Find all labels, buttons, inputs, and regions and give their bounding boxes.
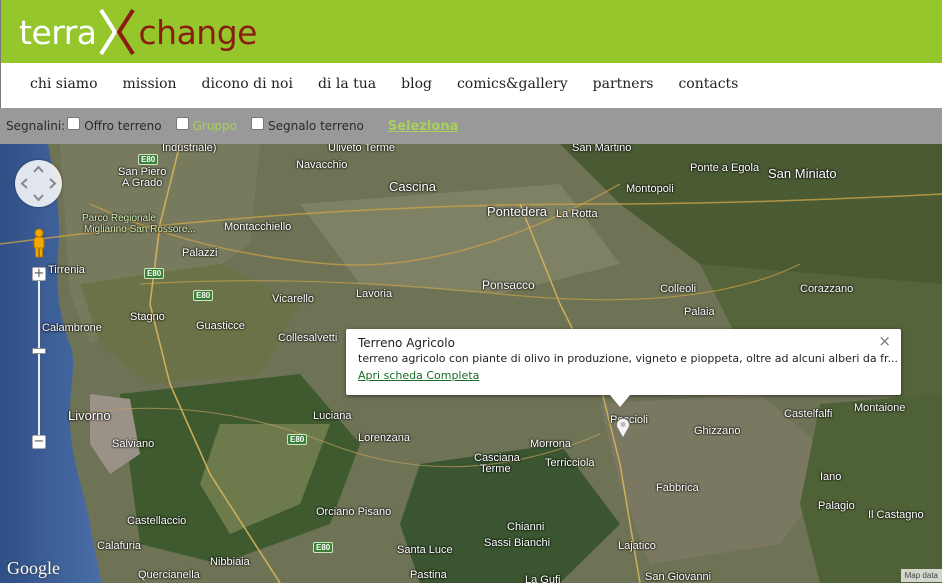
place-palaia: Palaia [684,306,715,318]
marker-filter-bar: Segnalini: Offro terreno Gruppo Segnalo … [0,108,942,144]
gruppo-label: Gruppo [192,119,238,133]
place-palazzi: Palazzi [182,247,218,259]
info-window: Terreno Agricolo terreno agricolo con pi… [346,329,901,407]
logo-word-change: change [138,12,258,52]
nav-item-comics-gallery[interactable]: comics&gallery [457,76,568,92]
place-terme: Terme [480,463,511,475]
place-industriale: Industriale) [162,144,217,154]
place-ghizzano: Ghizzano [694,425,741,437]
seleziona-link[interactable]: Seleziona [388,119,458,134]
site-header: terra change [0,0,942,63]
zoom-in-button[interactable]: + [32,267,46,281]
nav-item-partners[interactable]: partners [593,76,654,92]
place-lajatico: Lajatico [618,540,656,552]
satellite-map[interactable]: Industriale) Uliveto Terme San Martino S… [0,144,942,583]
place-colleoli: Colleoli [660,283,697,295]
place-pontedera: Pontedera [487,204,547,219]
pan-arrows-icon [20,165,57,202]
place-lorenzana: Lorenzana [358,432,410,444]
place-collesalvetti: Collesalvetti [278,332,338,344]
map-data-link[interactable]: Map data [900,569,942,582]
place-palagio: Palagio [818,500,855,512]
place-luciana: Luciana [313,410,352,422]
place-terricciola: Terricciola [545,457,595,469]
place-montopoli: Montopoli [626,183,674,195]
road-shield-e80: E80 [144,268,165,279]
place-santa-luce: Santa Luce [397,544,453,556]
google-logo[interactable]: Google [7,558,60,579]
street-view-pegman-icon[interactable] [31,227,47,259]
place-chianni: Chianni [507,521,545,533]
zoom-slider-handle[interactable] [32,348,46,354]
nav-item-mission[interactable]: mission [123,76,177,92]
logo-chevrons-icon [98,8,135,56]
info-window-description: terreno agricolo con piante di olivo in … [358,352,899,365]
place-il-castagno: Il Castagno [868,509,924,521]
place-morrona: Morrona [530,438,571,450]
open-full-sheet-link[interactable]: Apri scheda Completa [358,369,479,382]
place-castelfalfi: Castelfalfi [784,408,833,420]
main-nav: chi siamo mission dicono di noi di la tu… [0,63,942,108]
nav-item-contacts[interactable]: contacts [678,76,738,92]
nav-item-blog[interactable]: blog [401,76,432,92]
place-tirrenia: Tirrenia [48,264,85,276]
place-salviano: Salviano [112,438,155,450]
place-iano: Iano [820,471,842,483]
road-shield-e80: E80 [313,542,334,553]
place-sassi-bianchi: Sassi Bianchi [484,537,551,549]
place-a-grado: A Grado [122,177,163,189]
place-cascina: Cascina [389,179,436,194]
segnalo-terreno-label: Segnalo terreno [268,119,364,133]
place-montaione: Montaione [854,402,906,414]
place-calafuria: Calafuria [97,540,142,552]
place-la-rotta: La Rotta [556,208,598,220]
place-san-giovanni: San Giovanni [645,571,712,583]
place-guasticce: Guasticce [196,320,245,332]
segnalo-terreno-checkbox[interactable] [251,116,265,130]
info-window-title: Terreno Agricolo [358,336,455,350]
filter-label: Segnalini: [6,119,66,133]
place-navacchio: Navacchio [296,159,348,171]
place-la-gufi: La Gufi [525,574,561,583]
place-fabbrica: Fabbrica [656,482,699,494]
pan-control[interactable] [15,160,62,207]
place-corazzano: Corazzano [800,283,854,295]
map-marker-pin-icon[interactable] [615,417,631,440]
gruppo-checkbox[interactable] [175,116,189,130]
place-livorno: Livorno [68,408,111,423]
place-ponte-a-egola: Ponte a Egola [690,162,760,174]
terra-change-logo[interactable]: terra change [19,6,257,58]
place-parco-line2: Migliarino San Rossore... [84,224,196,235]
place-san-martino: San Martino [572,144,632,154]
road-shield-e80: E80 [193,290,214,301]
offro-terreno-checkbox[interactable] [67,116,81,130]
place-orciano-pisano: Orciano Pisano [316,506,392,518]
place-nibbiaia: Nibbiaia [210,556,250,568]
zoom-out-button[interactable]: − [32,435,46,449]
close-icon[interactable]: × [878,334,891,349]
logo-word-terra: terra [19,12,97,52]
offro-terreno-label: Offro terreno [84,119,162,133]
road-shield-e80: E80 [287,434,308,445]
road-shield-e80: E80 [138,154,159,165]
place-calambrone: Calambrone [42,322,102,334]
place-montacchiello: Montacchiello [224,221,292,233]
place-ponsacco: Ponsacco [482,278,535,292]
place-stagno: Stagno [130,311,165,323]
nav-item-dicono-di-noi[interactable]: dicono di noi [202,76,293,92]
place-san-miniato: San Miniato [768,166,837,181]
nav-item-chi-siamo[interactable]: chi siamo [30,76,98,92]
place-quercianella: Quercianella [138,569,200,581]
zoom-slider-track[interactable] [38,272,40,446]
place-parco-line1: Parco Regionale [82,213,156,224]
place-pastina: Pastina [410,569,447,581]
place-vicarello: Vicarello [272,293,314,305]
place-lavoria: Lavoria [356,288,393,300]
place-uliveto-terme: Uliveto Terme [328,144,396,154]
place-castellaccio: Castellaccio [127,515,187,527]
nav-item-di-la-tua[interactable]: di la tua [318,76,376,92]
info-window-pointer [610,395,630,407]
